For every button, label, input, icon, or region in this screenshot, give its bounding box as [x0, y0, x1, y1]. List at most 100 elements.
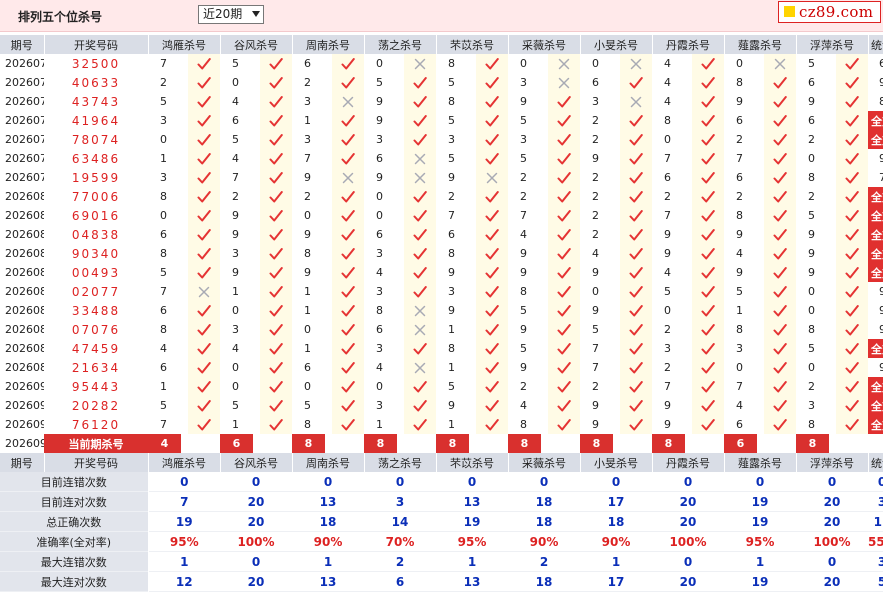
check-icon: [557, 114, 571, 126]
row-stat: 9: [879, 361, 883, 374]
kill-number: 9: [652, 415, 692, 434]
period-no: 2026082: [5, 228, 44, 241]
kill-number: 9: [508, 92, 548, 111]
stat-value: 95%: [745, 534, 775, 549]
hit-mark: [692, 73, 724, 92]
hit-mark: [260, 187, 292, 206]
current-stat: [868, 434, 883, 453]
draw-number: 00493: [71, 265, 121, 280]
kill-number: 0: [364, 187, 404, 206]
kill-number: 9: [724, 263, 764, 282]
kill-number: 3: [148, 168, 188, 187]
table-row: 2026077 78074 0 5 3 3 3 3 2 0 2 2 全对: [0, 130, 883, 149]
kill-number: 8: [292, 244, 332, 263]
current-kill-value: 8: [796, 434, 829, 453]
hit-mark: [836, 358, 868, 377]
hit-mark: [260, 92, 292, 111]
stat-row: 目前连对次数 7 20 13 3 13 18 17 20 19 20 3: [0, 491, 883, 512]
hit-mark: [620, 377, 652, 396]
kill-number: 7: [508, 206, 548, 225]
check-icon: [557, 285, 571, 297]
stat-row: 最大连对次数 12 20 13 6 13 18 17 20 19 20 5: [0, 571, 883, 592]
kill-number: 0: [364, 54, 404, 73]
period-no: 2026076: [5, 114, 44, 127]
hit-mark: [692, 396, 724, 415]
hit-mark: [548, 92, 580, 111]
draw-number: 90340: [71, 246, 121, 261]
check-icon: [269, 171, 283, 183]
check-icon: [701, 399, 715, 411]
stat-row: 最大连错次数 1 0 1 2 1 2 1 0 1 0 3: [0, 551, 883, 572]
draw-number: 76120: [71, 417, 121, 432]
current-label: 当前期杀号: [44, 434, 148, 453]
kill-number: 9: [796, 244, 836, 263]
check-icon: [197, 114, 211, 126]
check-icon: [341, 190, 355, 202]
kill-number: 9: [436, 301, 476, 320]
stat-label: 最大连错次数: [0, 551, 149, 572]
stat-value: 1: [323, 554, 333, 569]
hit-mark: [692, 377, 724, 396]
check-icon: [557, 323, 571, 335]
kill-number: 8: [796, 320, 836, 339]
check-icon: [197, 190, 211, 202]
hit-mark: [836, 396, 868, 415]
row-stat: 7: [879, 171, 883, 184]
kill-number: 3: [580, 92, 620, 111]
hit-mark: [836, 320, 868, 339]
kill-number: 2: [796, 377, 836, 396]
hit-mark: [620, 301, 652, 320]
check-icon: [845, 304, 859, 316]
logo-square-icon: [784, 6, 795, 17]
stat-value: 20: [247, 494, 265, 509]
check-icon: [701, 95, 715, 107]
hit-mark: [404, 377, 436, 396]
check-icon: [269, 380, 283, 392]
row-stat: 9: [879, 323, 883, 336]
kill-number: 8: [436, 54, 476, 73]
cross-icon: [414, 153, 426, 164]
stat-value: 20: [679, 574, 697, 589]
kill-number: 2: [292, 73, 332, 92]
hit-mark: [188, 187, 220, 206]
row-stat: 6: [879, 57, 883, 70]
col-header: 谷风杀号: [220, 453, 293, 472]
hit-mark: [764, 206, 796, 225]
kill-number: 9: [796, 225, 836, 244]
stat-value: 20: [823, 574, 841, 589]
hit-mark: [692, 339, 724, 358]
check-icon: [845, 76, 859, 88]
kill-number: 8: [724, 73, 764, 92]
hit-mark: [260, 396, 292, 415]
check-icon: [269, 152, 283, 164]
check-icon: [197, 380, 211, 392]
hit-mark: [332, 358, 364, 377]
stat-value: 0: [180, 474, 189, 489]
stat-value: 0: [539, 474, 549, 489]
check-icon: [845, 209, 859, 221]
hit-mark: [764, 358, 796, 377]
hit-mark: [332, 111, 364, 130]
cross-icon: [198, 286, 210, 297]
site-logo[interactable]: cz89.com: [778, 1, 881, 23]
period-no: 2026088: [5, 342, 44, 355]
stat-value: 0: [827, 554, 837, 569]
miss-mark: [332, 92, 364, 111]
period-no: 2026074: [5, 76, 44, 89]
draw-number: 19599: [71, 170, 121, 185]
period-select[interactable]: 近20期: [198, 5, 264, 24]
col-header: 薤露杀号: [724, 453, 797, 472]
hit-mark: [548, 149, 580, 168]
hit-mark: [260, 149, 292, 168]
hit-mark: [764, 415, 796, 434]
check-icon: [269, 133, 283, 145]
kill-number: 1: [292, 339, 332, 358]
current-kill-cell: 6: [724, 434, 796, 453]
period-no: 2026075: [5, 95, 44, 108]
stat-value: 13: [319, 494, 337, 509]
hit-mark: [620, 396, 652, 415]
current-kill-value: 6: [724, 434, 757, 453]
hit-mark: [764, 92, 796, 111]
stat-value: 20: [247, 514, 265, 529]
table-row: 2026088 47459 4 4 1 3 8 5 7 3 3 5 全对: [0, 339, 883, 358]
